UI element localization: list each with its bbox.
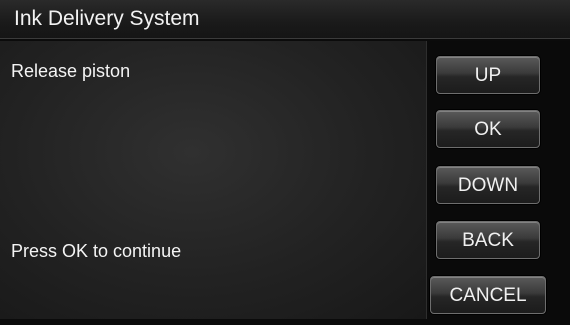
ok-button[interactable]: OK xyxy=(436,110,540,148)
up-button[interactable]: UP xyxy=(436,56,540,94)
instruction-text: Release piston xyxy=(11,61,131,81)
button-column: UP OK DOWN BACK CANCEL xyxy=(430,41,570,325)
message-panel: Release piston Press OK to continue xyxy=(0,41,427,319)
back-button[interactable]: BACK xyxy=(436,221,540,259)
page-title: Ink Delivery System xyxy=(14,7,200,30)
cancel-button[interactable]: CANCEL xyxy=(430,276,546,314)
continue-prompt-text: Press OK to continue xyxy=(11,241,182,261)
title-bar: Ink Delivery System xyxy=(0,0,570,39)
down-button[interactable]: DOWN xyxy=(436,166,540,204)
ink-delivery-screen: Ink Delivery System Release piston Press… xyxy=(0,0,570,325)
bottom-edge xyxy=(0,319,426,325)
